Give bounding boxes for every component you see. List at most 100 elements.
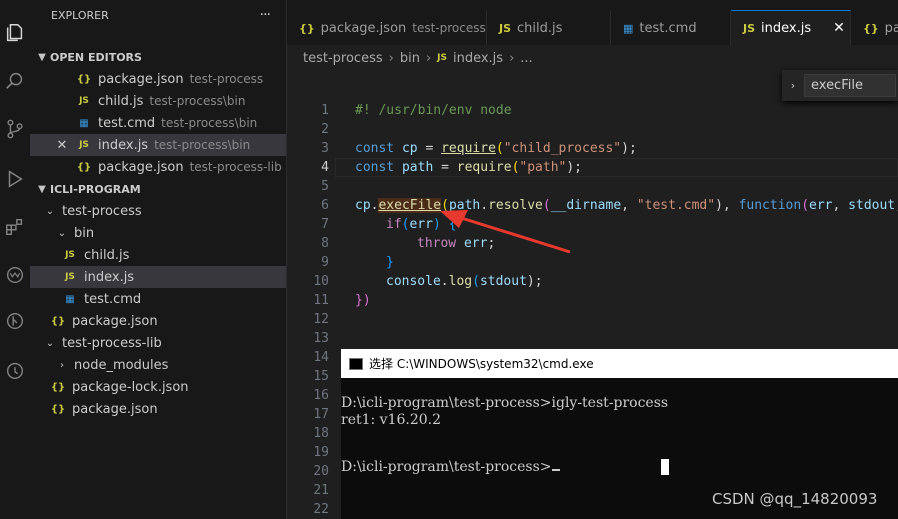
- tree-file[interactable]: ▦ test.cmd: [30, 288, 286, 310]
- code-token: log: [448, 274, 473, 289]
- close-icon[interactable]: ✕: [54, 138, 70, 153]
- js-file-icon: JS: [65, 250, 75, 260]
- cmd-output-line: D:\icli-program\test-process>igly-test-p…: [341, 395, 669, 411]
- tree-file[interactable]: {} package.json: [30, 310, 286, 332]
- timeline-icon[interactable]: [0, 355, 30, 385]
- tree-item-label: node_modules: [74, 357, 169, 373]
- open-editor-item[interactable]: ▦ test.cmd test-process\bin: [30, 112, 286, 134]
- code-token: "test.cmd": [636, 198, 716, 213]
- project-section[interactable]: ▼ ICLI-PROGRAM: [30, 178, 286, 200]
- code-token: const: [355, 141, 395, 156]
- extensions-icon[interactable]: [0, 212, 30, 242]
- tab-test-cmd[interactable]: ▦ test.cmd: [611, 11, 731, 45]
- tree-file[interactable]: {} package-lock.json: [30, 376, 286, 398]
- remote-icon[interactable]: [0, 260, 30, 290]
- code-token: throw: [417, 236, 457, 251]
- open-editor-name: package.json: [98, 71, 184, 87]
- code-text: }: [386, 255, 394, 270]
- tree-file[interactable]: {} package.json: [30, 398, 286, 420]
- breadcrumb-item[interactable]: test-process: [303, 51, 383, 66]
- windows-cmd-file-icon: ▦: [79, 117, 89, 129]
- open-editor-item[interactable]: {} package.json test-process-lib: [30, 156, 286, 178]
- tab-package-json-2[interactable]: {} pa: [851, 11, 898, 45]
- json-file-icon: {}: [299, 21, 315, 35]
- breadcrumb-item[interactable]: ...: [520, 51, 532, 66]
- code-token: require: [456, 160, 512, 175]
- js-file-icon: JS: [79, 96, 89, 106]
- json-file-icon: {}: [76, 73, 92, 85]
- line-number: 18: [313, 426, 329, 441]
- line-number: 13: [313, 331, 329, 346]
- cmd-prompt: D:\icli-program\test-process>: [341, 459, 552, 475]
- code-token: if: [386, 217, 402, 232]
- tree-file-selected[interactable]: JS index.js: [30, 266, 286, 288]
- tab-desc: test-process: [412, 21, 486, 35]
- tree-folder[interactable]: ⌄ test-process: [30, 200, 286, 222]
- tree-folder[interactable]: ⌄ bin: [30, 222, 286, 244]
- activity-bar: [0, 0, 30, 519]
- code-token: =: [417, 141, 442, 156]
- json-file-icon: {}: [863, 21, 879, 35]
- code-line: 8 throw err;: [287, 234, 898, 253]
- tab-index-js[interactable]: JS index.js ✕: [731, 10, 851, 45]
- tree-file[interactable]: JS child.js: [30, 244, 286, 266]
- code-line: 1 #! /usr/bin/env node: [287, 101, 898, 120]
- tab-child-js[interactable]: JS child.js: [487, 11, 611, 45]
- open-editors-title: OPEN EDITORS: [50, 50, 142, 64]
- code-token: );: [621, 141, 637, 156]
- breadcrumb: test-process › bin › JS index.js › ...: [287, 46, 898, 70]
- code-token: );: [566, 160, 583, 175]
- tree-item-label: test-process-lib: [62, 335, 162, 351]
- explorer-title: EXPLORER: [51, 8, 109, 22]
- chevron-down-icon: ▼: [38, 51, 46, 63]
- tab-package-json[interactable]: {} package.json test-process: [287, 11, 487, 45]
- open-editor-item[interactable]: JS child.js test-process\bin: [30, 90, 286, 112]
- chevron-right-icon[interactable]: ›: [782, 79, 804, 92]
- code-token: (: [542, 198, 551, 213]
- tree-folder[interactable]: ⌄ test-process-lib: [30, 332, 286, 354]
- open-editor-name: child.js: [98, 93, 144, 109]
- code-token: path: [401, 160, 434, 175]
- code-token: const: [355, 160, 395, 175]
- code-line: 6 cp.execFile(path.resolve(__dirname, "te…: [287, 196, 898, 215]
- run-debug-icon[interactable]: [0, 164, 30, 194]
- more-actions-icon[interactable]: ···: [260, 7, 271, 23]
- find-input[interactable]: execFile: [804, 74, 896, 97]
- close-icon[interactable]: ✕: [833, 20, 845, 36]
- open-editor-item[interactable]: {} package.json test-process: [30, 68, 286, 90]
- breadcrumb-item[interactable]: index.js: [453, 51, 503, 66]
- code-token: ),: [715, 198, 739, 213]
- watermark: CSDN @qq_14820093: [712, 490, 878, 508]
- code-token: ) {: [432, 217, 457, 232]
- line-number: 19: [313, 445, 329, 460]
- chevron-right-icon: ›: [509, 50, 515, 66]
- search-icon[interactable]: [0, 66, 30, 96]
- js-file-icon: JS: [499, 21, 512, 35]
- code-token: err: [809, 198, 833, 213]
- line-number: 15: [313, 369, 329, 384]
- code-line: 7 if(err) {: [287, 215, 898, 234]
- js-file-icon: JS: [65, 272, 75, 282]
- line-number: 20: [313, 464, 329, 479]
- explorer-header: EXPLORER ···: [30, 0, 286, 30]
- open-editor-item-active[interactable]: ✕ JS index.js test-process\bin: [30, 134, 286, 156]
- files-icon[interactable]: [0, 18, 30, 48]
- chevron-down-icon: ⌄: [45, 205, 55, 217]
- chevron-down-icon: ▼: [38, 183, 46, 195]
- cmd-title-bar[interactable]: 选择 C:\WINDOWS\system32\cmd.exe: [341, 349, 898, 378]
- cmd-output-line: ret1: v16.20.2: [341, 412, 442, 428]
- source-control-icon[interactable]: [0, 114, 30, 144]
- code-line: 12: [287, 310, 898, 329]
- tree-item-label: test-process: [62, 203, 142, 219]
- text-cursor: [551, 469, 560, 471]
- code-token: console: [386, 274, 441, 289]
- tree-folder[interactable]: › node_modules: [30, 354, 286, 376]
- open-editors-section[interactable]: ▼ OPEN EDITORS: [30, 46, 286, 68]
- code-token: );: [526, 274, 543, 289]
- breadcrumb-item[interactable]: bin: [400, 51, 420, 66]
- git-graph-icon[interactable]: [0, 306, 30, 336]
- chevron-right-icon: ›: [60, 359, 64, 371]
- json-file-icon: {}: [76, 161, 92, 173]
- json-file-icon: {}: [50, 381, 66, 393]
